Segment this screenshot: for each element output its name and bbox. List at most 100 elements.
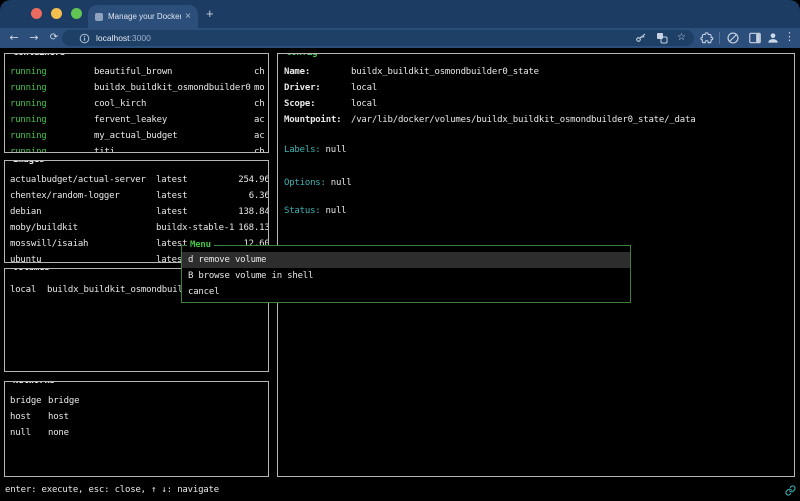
container-status: running — [10, 64, 94, 80]
browser-tab[interactable]: Manage your Docker fleet w × — [88, 5, 198, 28]
browser-window: Manage your Docker fleet w × + ← → ⟳ loc… — [0, 0, 800, 501]
container-row[interactable]: runningbuildx_buildkit_osmondbuilder0mo — [10, 80, 268, 96]
container-status: running — [10, 112, 94, 128]
back-icon[interactable]: ← — [6, 30, 22, 46]
container-image: ch — [254, 64, 264, 80]
url-text[interactable]: localhost:3000 — [96, 33, 151, 43]
titlebar: Manage your Docker fleet w × + — [0, 0, 800, 28]
config-field-scope: Scope:local — [284, 96, 790, 112]
container-status: running — [10, 96, 94, 112]
image-name: ubuntu — [10, 255, 41, 263]
image-name: moby/buildkit — [10, 223, 78, 233]
image-row[interactable]: moby/buildkitbuildx-stable-1168.13MB — [10, 220, 268, 236]
image-size: 138.84MB — [222, 204, 269, 220]
container-name: titi — [94, 147, 115, 153]
config-value: null — [326, 206, 347, 216]
image-name: mosswill/isaiah — [10, 239, 88, 249]
config-value: null — [331, 178, 352, 188]
image-row[interactable]: debianlatest138.84MB — [10, 204, 268, 220]
side-panel-icon[interactable] — [748, 31, 762, 45]
image-row[interactable]: chentex/random-logger latest 6.36MB — [10, 188, 268, 204]
container-name: beautiful_brown — [94, 67, 172, 77]
image-tag: latest — [156, 172, 187, 188]
network-driver: bridge — [48, 396, 79, 406]
container-row[interactable]: runningmy_actual_budgetac — [10, 128, 268, 144]
extension-icon[interactable] — [726, 31, 740, 45]
network-row[interactable]: nullnone — [10, 425, 268, 441]
profile-avatar-icon[interactable] — [766, 31, 780, 45]
container-row[interactable]: runningtiti ch — [10, 144, 268, 153]
image-size: 6.36MB — [222, 188, 269, 204]
extensions-puzzle-icon[interactable] — [700, 31, 714, 45]
browser-toolbar: ← → ⟳ localhost:3000 ☆ — [0, 28, 800, 48]
networks-panel-title: Networks — [10, 381, 58, 386]
menu-title: Menu — [187, 240, 214, 250]
network-driver: host — [48, 412, 69, 422]
chrome-menu-icon[interactable]: ⋮ — [784, 30, 795, 43]
toolbar-divider — [719, 32, 720, 44]
config-field-options: Options:null — [284, 175, 790, 191]
keyboard-hints-bar: enter: execute, esc: close, ↑ ↓: navigat… — [5, 482, 219, 498]
isaiah-docker-tui: Containers runningbeautiful_brownch runn… — [0, 48, 800, 501]
menu-item-remove-volume[interactable]: d remove volume — [182, 252, 630, 268]
volume-action-menu: Menu d remove volume B browse volume in … — [181, 245, 631, 303]
address-bar[interactable]: localhost:3000 ☆ — [62, 30, 694, 46]
container-image: ac — [254, 112, 264, 128]
tab-favicon-icon — [95, 13, 103, 21]
image-tag: latest — [156, 188, 187, 204]
container-name: fervent_leakey — [94, 115, 167, 125]
config-field-driver: Driver:local — [284, 80, 790, 96]
window-minimize-button[interactable] — [51, 8, 62, 19]
container-status: running — [10, 80, 94, 96]
container-row[interactable]: runningcool_kirch ch — [10, 96, 268, 112]
container-image: ch — [254, 96, 264, 112]
container-status: running — [10, 144, 94, 153]
config-panel-title: Config — [283, 53, 320, 58]
tab-close-icon[interactable]: × — [185, 12, 191, 22]
config-value: null — [326, 145, 347, 155]
network-name: host — [10, 409, 48, 425]
container-image: ac — [254, 128, 264, 144]
window-close-button[interactable] — [31, 8, 42, 19]
network-row[interactable]: bridgebridge — [10, 393, 268, 409]
container-row[interactable]: runningbeautiful_brown ch — [10, 64, 268, 80]
connection-link-icon — [785, 485, 796, 496]
container-name: buildx_buildkit_osmondbuilder0 — [94, 83, 251, 93]
config-field-mountpoint: Mountpoint:/var/lib/docker/volumes/build… — [284, 112, 790, 128]
site-info-icon[interactable] — [79, 33, 90, 44]
image-name: actualbudget/actual-server — [10, 175, 146, 185]
new-tab-button[interactable]: + — [206, 7, 214, 20]
menu-item-cancel[interactable]: cancel — [182, 284, 630, 300]
image-name: debian — [10, 207, 41, 217]
container-row[interactable]: runningfervent_leakey ac — [10, 112, 268, 128]
container-image: mo — [254, 80, 264, 96]
config-value: local — [351, 99, 377, 109]
config-field-labels: Labels:null — [284, 142, 790, 158]
network-name: null — [10, 425, 48, 441]
containers-panel: Containers runningbeautiful_brownch runn… — [4, 53, 269, 153]
network-name: bridge — [10, 393, 48, 409]
password-key-icon[interactable] — [635, 32, 647, 44]
image-size: 254.96MB — [222, 172, 269, 188]
config-field-name: Name:buildx_buildkit_osmondbuilder0_stat… — [284, 64, 790, 80]
image-row[interactable]: actualbudget/actual-server latest 254.96MB — [10, 172, 268, 188]
container-name: cool_kirch — [94, 99, 146, 109]
window-zoom-button[interactable] — [71, 8, 82, 19]
container-image: ch — [254, 144, 264, 153]
bookmark-star-icon[interactable]: ☆ — [677, 33, 686, 43]
tab-title: Manage your Docker fleet w — [108, 12, 181, 21]
config-field-status: Status:null — [284, 203, 790, 219]
translate-icon[interactable] — [656, 32, 668, 44]
menu-item-browse-volume[interactable]: B browse volume in shell — [182, 268, 630, 284]
reload-icon[interactable]: ⟳ — [46, 30, 62, 46]
volume-name: buildx_buildkit_osmondbuild — [47, 285, 188, 295]
image-size: 168.13MB — [222, 220, 269, 236]
networks-panel: Networks bridgebridge hosthost nullnone — [4, 381, 269, 477]
config-value: /var/lib/docker/volumes/buildx_buildkit_… — [351, 115, 695, 125]
config-value: local — [351, 83, 377, 93]
network-row[interactable]: hosthost — [10, 409, 268, 425]
image-name: chentex/random-logger — [10, 191, 120, 201]
container-name: my_actual_budget — [94, 131, 178, 141]
volumes-panel-title: Volumes — [10, 268, 53, 273]
forward-icon[interactable]: → — [26, 30, 42, 46]
